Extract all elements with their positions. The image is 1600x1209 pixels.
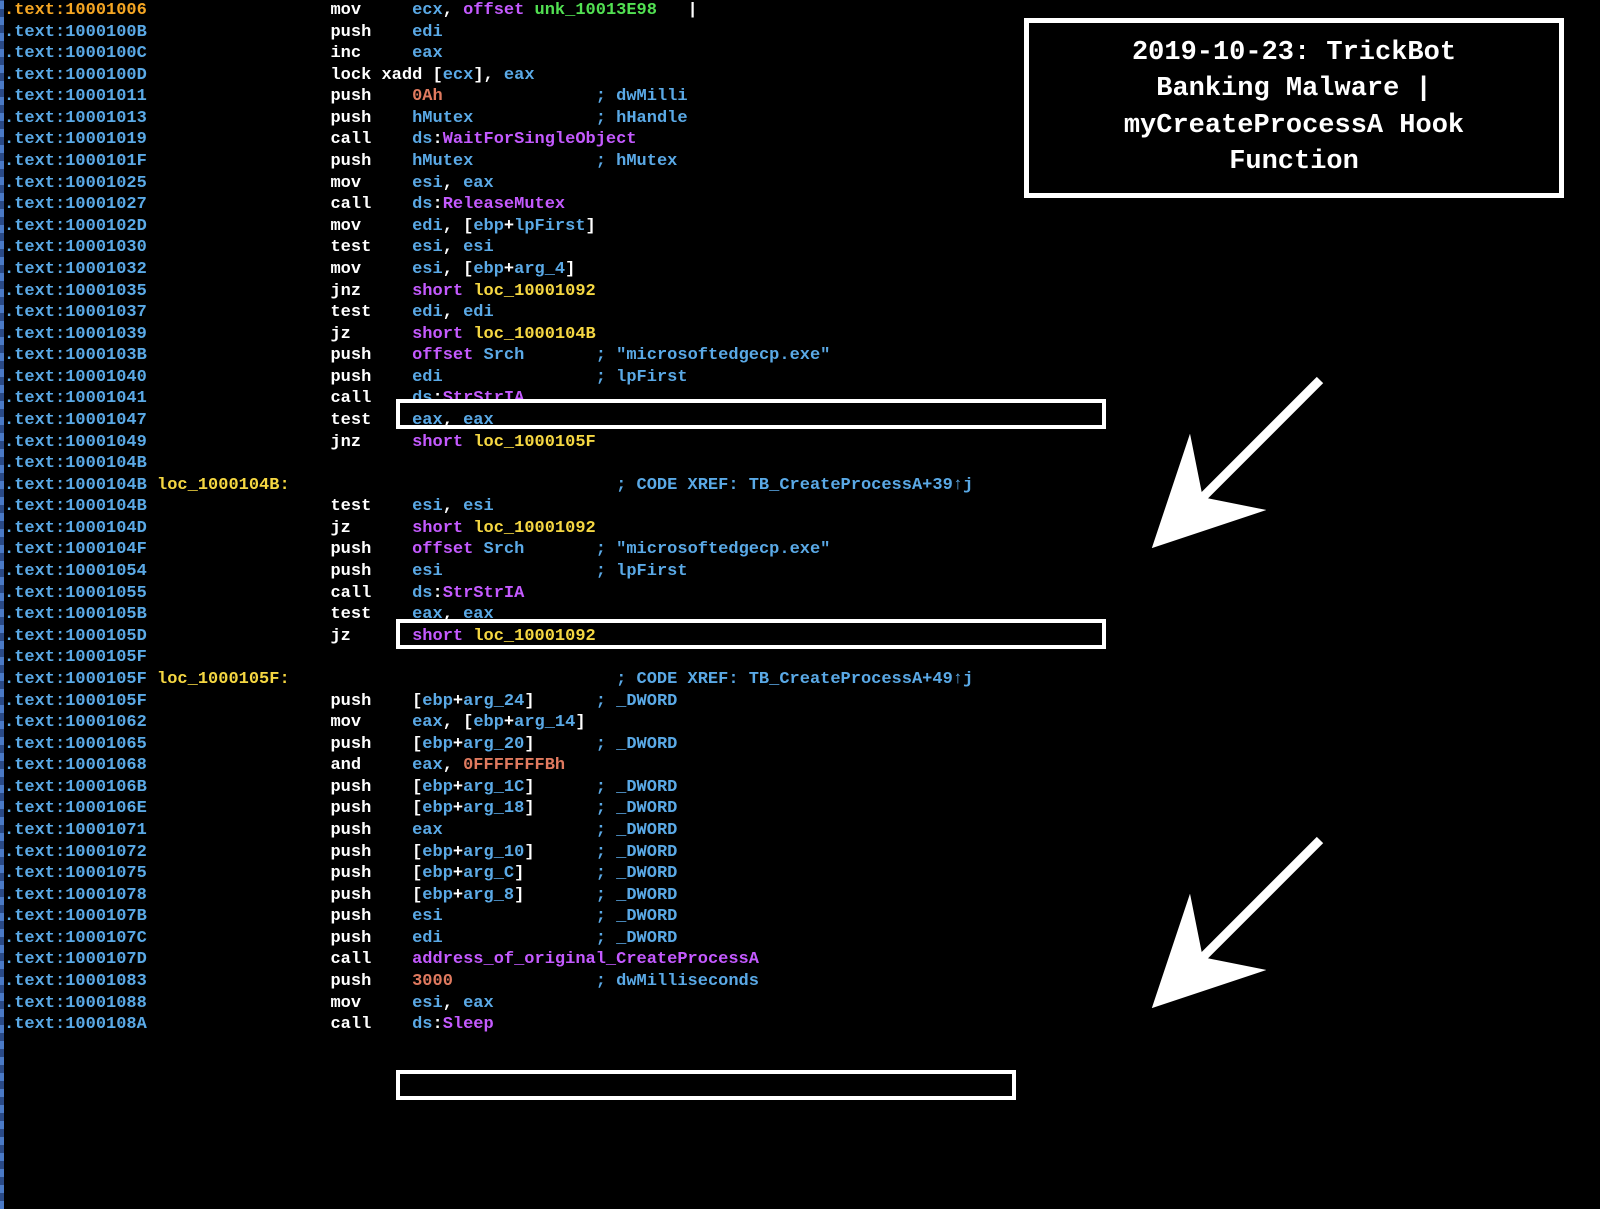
- asm-line: .text:10001047 test eax, eax: [4, 410, 1600, 432]
- asm-line: .text:10001088 mov esi, eax: [4, 993, 1600, 1015]
- asm-line: .text:1000107D call address_of_original_…: [4, 949, 1600, 971]
- asm-line: .text:1000105F push [ebp+arg_24] ; _DWOR…: [4, 691, 1600, 713]
- annotation-line: myCreateProcessA Hook: [1055, 108, 1533, 144]
- asm-line: .text:1000104F push offset Srch ; "micro…: [4, 539, 1600, 561]
- asm-line: .text:10001083 push 3000 ; dwMillisecond…: [4, 971, 1600, 993]
- asm-line: .text:10001039 jz short loc_1000104B: [4, 324, 1600, 346]
- asm-line: .text:10001075 push [ebp+arg_C] ; _DWORD: [4, 863, 1600, 885]
- asm-line: .text:1000106E push [ebp+arg_18] ; _DWOR…: [4, 798, 1600, 820]
- annotation-callout: 2019-10-23: TrickBot Banking Malware | m…: [1024, 18, 1564, 198]
- asm-line: .text:1000102D mov edi, [ebp+lpFirst]: [4, 216, 1600, 238]
- asm-line: .text:10001041 call ds:StrStrIA: [4, 388, 1600, 410]
- asm-line: .text:10001037 test edi, edi: [4, 302, 1600, 324]
- asm-line: .text:10001068 and eax, 0FFFFFFFBh: [4, 755, 1600, 777]
- asm-line: .text:10001062 mov eax, [ebp+arg_14]: [4, 712, 1600, 734]
- asm-line: .text:1000106B push [ebp+arg_1C] ; _DWOR…: [4, 777, 1600, 799]
- asm-line: .text:10001072 push [ebp+arg_10] ; _DWOR…: [4, 842, 1600, 864]
- asm-line: .text:1000107B push esi ; _DWORD: [4, 906, 1600, 928]
- asm-line: .text:1000104D jz short loc_10001092: [4, 518, 1600, 540]
- asm-line: .text:1000103B push offset Srch ; "micro…: [4, 345, 1600, 367]
- asm-line: .text:10001054 push esi ; lpFirst: [4, 561, 1600, 583]
- asm-line: .text:10001030 test esi, esi: [4, 237, 1600, 259]
- asm-line: .text:10001065 push [ebp+arg_20] ; _DWOR…: [4, 734, 1600, 756]
- annotation-line: Banking Malware |: [1055, 71, 1533, 107]
- asm-line: .text:10001071 push eax ; _DWORD: [4, 820, 1600, 842]
- asm-line: .text:10001078 push [ebp+arg_8] ; _DWORD: [4, 885, 1600, 907]
- asm-line: .text:1000105B test eax, eax: [4, 604, 1600, 626]
- highlight-box: [396, 1070, 1016, 1100]
- asm-line: .text:10001032 mov esi, [ebp+arg_4]: [4, 259, 1600, 281]
- asm-line: .text:1000107C push edi ; _DWORD: [4, 928, 1600, 950]
- annotation-line: 2019-10-23: TrickBot: [1055, 35, 1533, 71]
- annotation-line: Function: [1055, 144, 1533, 180]
- asm-line: .text:10001040 push edi ; lpFirst: [4, 367, 1600, 389]
- asm-line: .text:1000105D jz short loc_10001092: [4, 626, 1600, 648]
- scroll-margin: [0, 0, 4, 1209]
- asm-line: .text:10001035 jnz short loc_10001092: [4, 281, 1600, 303]
- asm-line: .text:1000104B: [4, 453, 1600, 475]
- asm-line: .text:1000105F: [4, 647, 1600, 669]
- asm-line: .text:10001055 call ds:StrStrIA: [4, 583, 1600, 605]
- asm-line: .text:1000105F loc_1000105F: ; CODE XREF…: [4, 669, 1600, 691]
- asm-line: .text:10001049 jnz short loc_1000105F: [4, 432, 1600, 454]
- asm-line: .text:1000104B test esi, esi: [4, 496, 1600, 518]
- asm-line: .text:1000108A call ds:Sleep: [4, 1014, 1600, 1036]
- asm-line: .text:1000104B loc_1000104B: ; CODE XREF…: [4, 475, 1600, 497]
